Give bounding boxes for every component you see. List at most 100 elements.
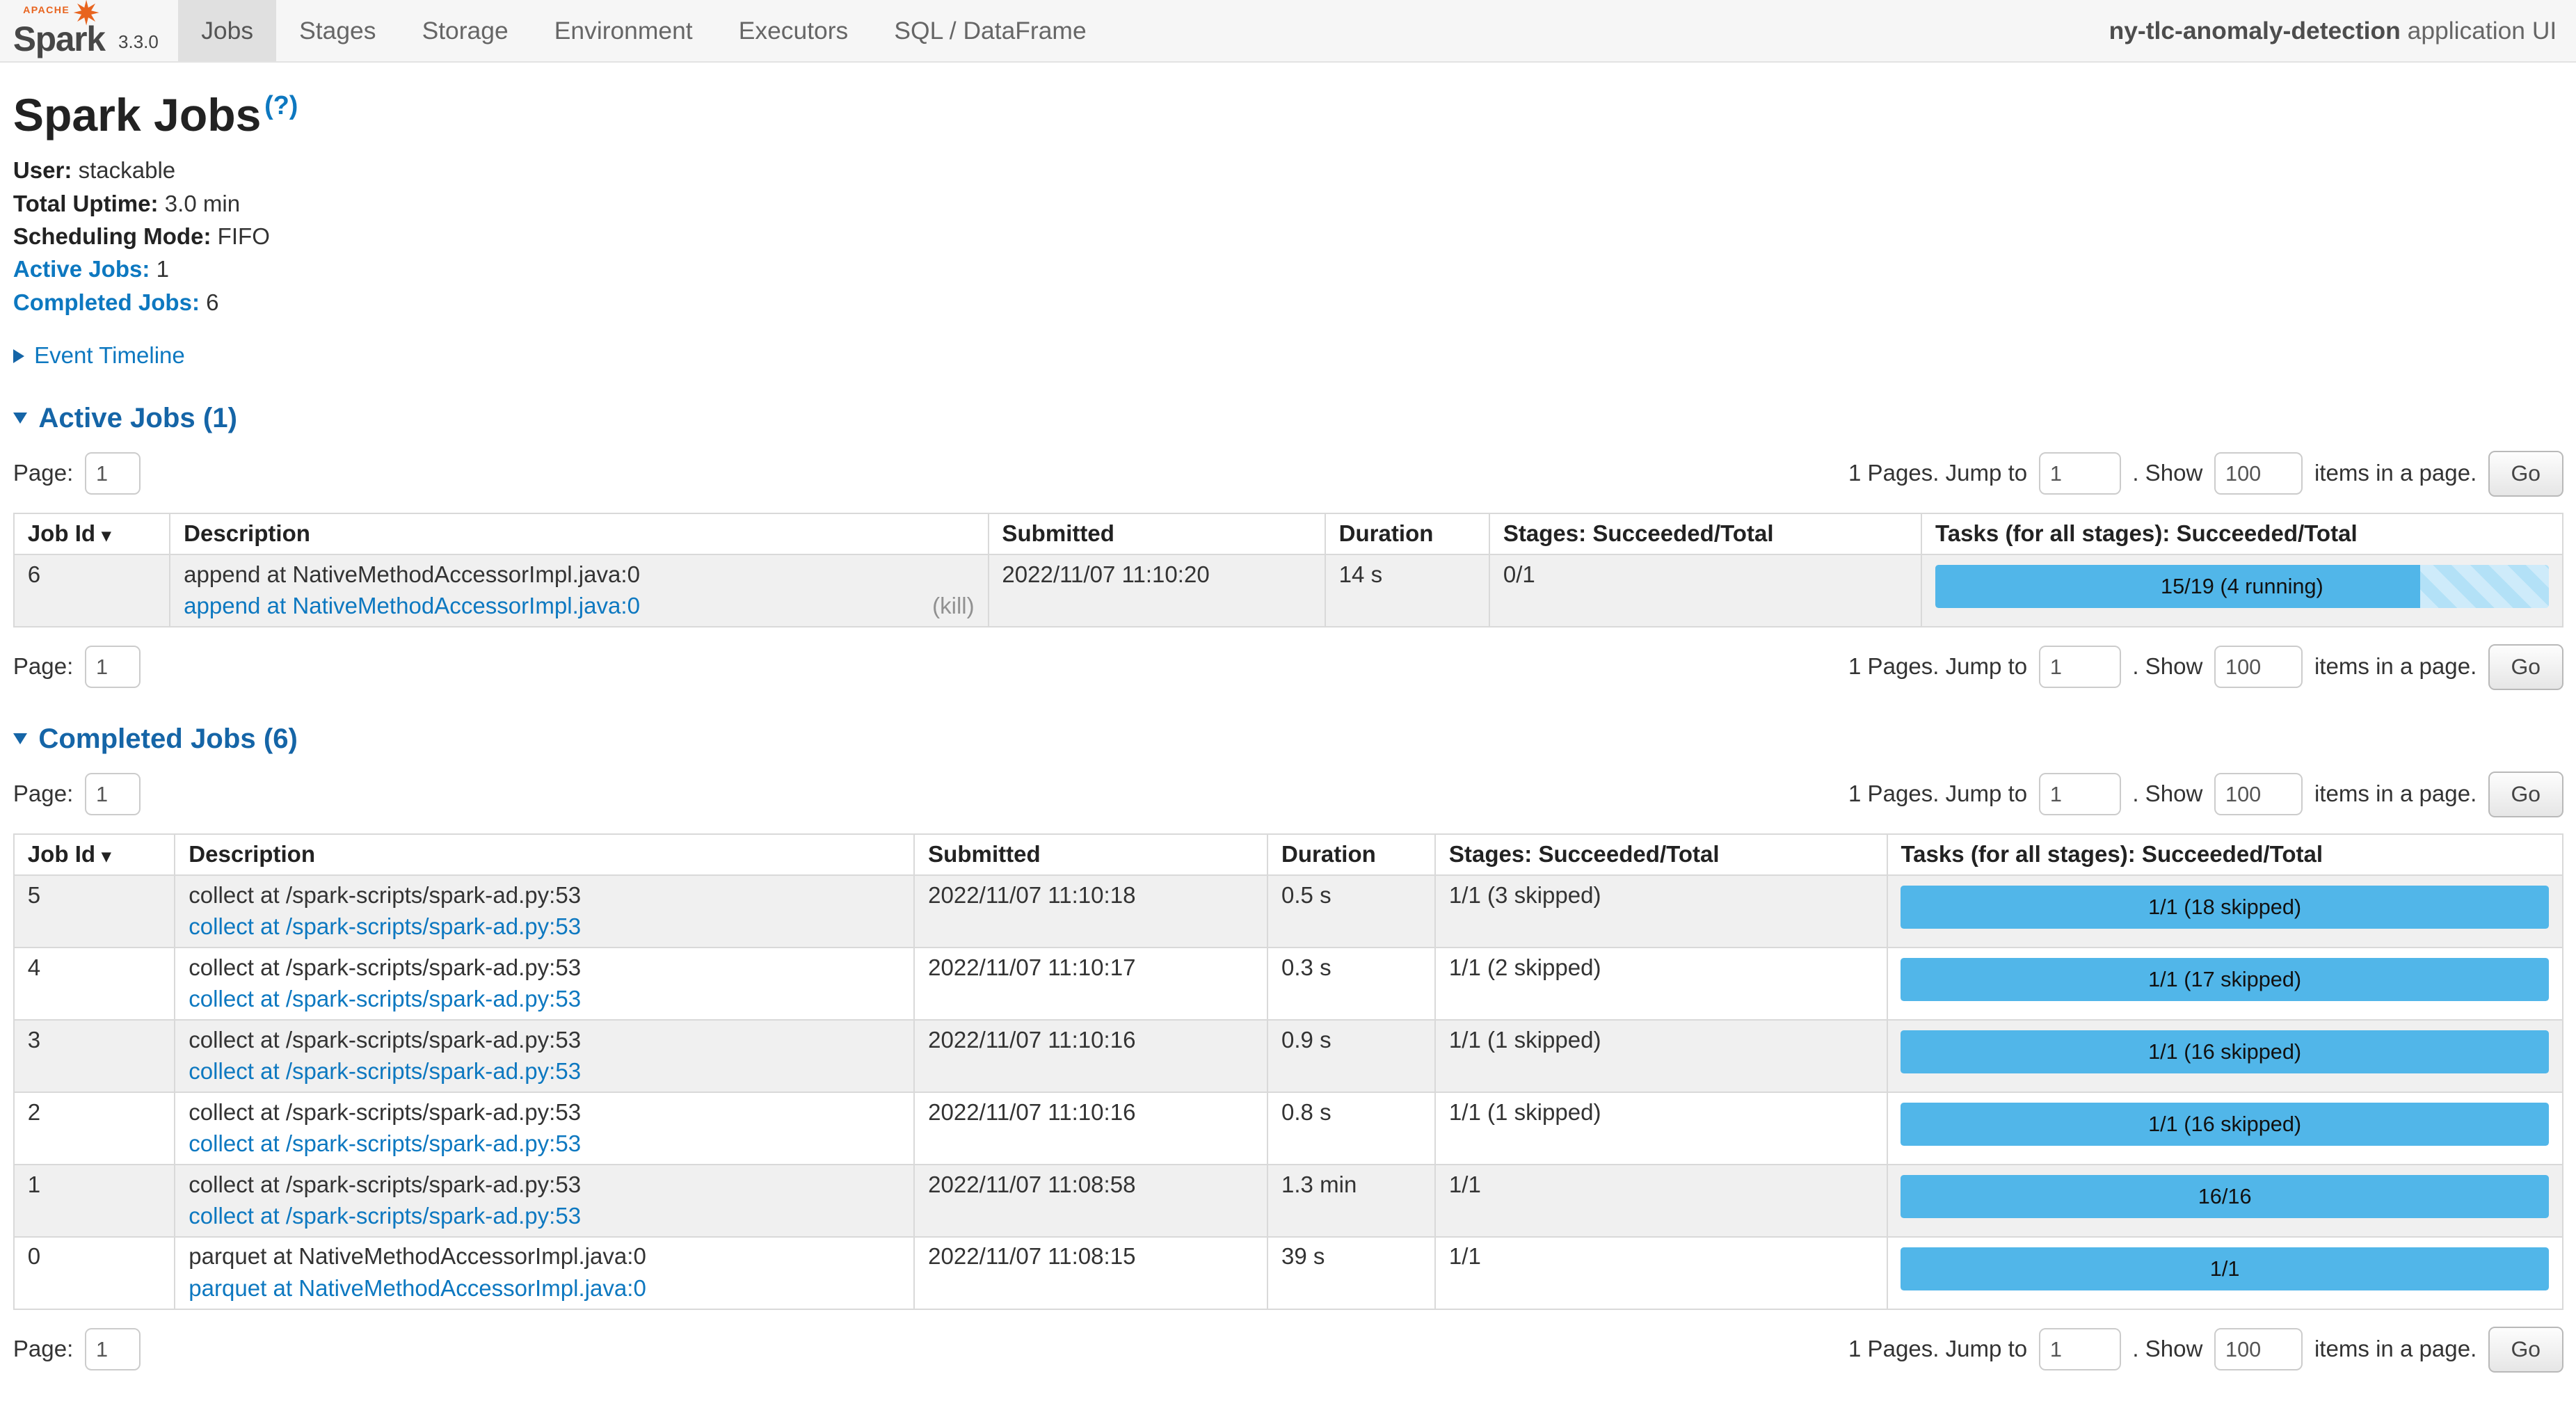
job-description-text: append at NativeMethodAccessorImpl.java:… — [184, 562, 974, 589]
pages-text: 1 Pages. Jump to — [1848, 654, 2027, 680]
cell-stages: 1/1 (3 skipped) — [1435, 875, 1887, 948]
table-row: 1 collect at /spark-scripts/spark-ad.py:… — [14, 1165, 2563, 1237]
cell-duration: 0.8 s — [1267, 1092, 1435, 1165]
cell-description: collect at /spark-scripts/spark-ad.py:53… — [175, 1092, 914, 1165]
cell-stages: 1/1 — [1435, 1165, 1887, 1237]
col-stages[interactable]: Stages: Succeeded/Total — [1489, 513, 1921, 554]
completed-jobs-link[interactable]: Completed Jobs: — [13, 290, 200, 316]
cell-duration: 1.3 min — [1267, 1165, 1435, 1237]
job-description-text: collect at /spark-scripts/spark-ad.py:53 — [189, 883, 900, 909]
page-title: Spark Jobs(?) — [13, 89, 2563, 142]
col-description[interactable]: Description — [175, 834, 914, 875]
summary-scheduling-value: FIFO — [218, 224, 270, 250]
summary-completed-value: 6 — [206, 290, 218, 316]
table-row: 4 collect at /spark-scripts/spark-ad.py:… — [14, 948, 2563, 1020]
cell-job-id: 1 — [14, 1165, 175, 1237]
col-submitted[interactable]: Submitted — [914, 834, 1267, 875]
expand-arrow-icon — [13, 349, 24, 363]
kill-link[interactable]: (kill) — [932, 593, 975, 620]
items-per-page-input[interactable] — [2214, 1328, 2303, 1370]
nav-tab-environment[interactable]: Environment — [531, 0, 716, 61]
cell-duration: 14 s — [1325, 554, 1489, 627]
completed-jobs-table: Job Id ▾ Description Submitted Duration … — [13, 833, 2563, 1310]
go-button[interactable]: Go — [2488, 451, 2563, 497]
job-description-text: collect at /spark-scripts/spark-ad.py:53 — [189, 955, 900, 982]
help-link[interactable]: (?) — [264, 91, 298, 120]
col-duration[interactable]: Duration — [1325, 513, 1489, 554]
cell-duration: 0.9 s — [1267, 1020, 1435, 1092]
go-button[interactable]: Go — [2488, 644, 2563, 690]
cell-stages: 0/1 — [1489, 554, 1921, 627]
event-timeline-label: Event Timeline — [34, 343, 185, 369]
table-row: 6 append at NativeMethodAccessorImpl.jav… — [14, 554, 2563, 627]
jump-to-input[interactable] — [2039, 773, 2121, 815]
job-detail-link[interactable]: collect at /spark-scripts/spark-ad.py:53 — [189, 914, 581, 941]
section-active-jobs[interactable]: Active Jobs (1) — [13, 402, 237, 434]
col-job-id[interactable]: Job Id ▾ — [14, 834, 175, 875]
page-title-text: Spark Jobs — [13, 90, 262, 141]
job-detail-link[interactable]: collect at /spark-scripts/spark-ad.py:53 — [189, 1204, 581, 1230]
cell-stages: 1/1 (2 skipped) — [1435, 948, 1887, 1020]
nav-tab-storage[interactable]: Storage — [399, 0, 531, 61]
items-text: items in a page. — [2314, 1336, 2477, 1363]
summary-uptime-label: Total Uptime: — [13, 191, 159, 217]
cell-description: collect at /spark-scripts/spark-ad.py:53… — [175, 1165, 914, 1237]
nav-tab-jobs[interactable]: Jobs — [178, 0, 276, 61]
application-name-text: ny-tlc-anomaly-detection — [2109, 17, 2401, 45]
summary-uptime: Total Uptime: 3.0 min — [13, 191, 2563, 218]
progress-label: 1/1 (17 skipped) — [1901, 958, 2548, 1000]
application-ui-suffix: application UI — [2408, 17, 2557, 45]
progress-label: 16/16 — [1901, 1175, 2548, 1217]
active-jobs-link[interactable]: Active Jobs: — [13, 257, 150, 282]
cell-job-id: 6 — [14, 554, 170, 627]
cell-tasks: 15/19 (4 running) — [1921, 554, 2563, 627]
go-button[interactable]: Go — [2488, 1327, 2563, 1373]
col-job-id[interactable]: Job Id ▾ — [14, 513, 170, 554]
nav-tab-sql-dataframe[interactable]: SQL / DataFrame — [871, 0, 1109, 61]
col-tasks[interactable]: Tasks (for all stages): Succeeded/Total — [1887, 834, 2563, 875]
nav-tab-executors[interactable]: Executors — [716, 0, 872, 61]
job-detail-link[interactable]: parquet at NativeMethodAccessorImpl.java… — [189, 1276, 646, 1302]
pages-text: 1 Pages. Jump to — [1848, 781, 2027, 808]
cell-submitted: 2022/11/07 11:08:58 — [914, 1165, 1267, 1237]
jump-to-input[interactable] — [2039, 646, 2121, 688]
jump-to-input[interactable] — [2039, 1328, 2121, 1370]
job-detail-link[interactable]: collect at /spark-scripts/spark-ad.py:53 — [189, 1131, 581, 1158]
cell-job-id: 0 — [14, 1237, 175, 1309]
progress-label: 1/1 (16 skipped) — [1901, 1103, 2548, 1145]
page-number-input[interactable] — [85, 1328, 141, 1370]
page-number-input[interactable] — [85, 773, 141, 815]
go-button[interactable]: Go — [2488, 772, 2563, 817]
page-number-input[interactable] — [85, 646, 141, 688]
section-completed-jobs-title: Completed Jobs (6) — [38, 723, 297, 755]
progress-label: 1/1 — [1901, 1247, 2548, 1290]
sort-desc-icon: ▾ — [102, 845, 111, 866]
job-detail-link[interactable]: collect at /spark-scripts/spark-ad.py:53 — [189, 986, 581, 1013]
collapse-arrow-icon — [13, 733, 27, 744]
jump-to-input[interactable] — [2039, 452, 2121, 495]
items-per-page-input[interactable] — [2214, 773, 2303, 815]
page-number-input[interactable] — [85, 452, 141, 495]
summary-completed-jobs: Completed Jobs: 6 — [13, 290, 2563, 317]
spark-logo[interactable]: APACHE Spark — [10, 0, 115, 61]
col-submitted[interactable]: Submitted — [989, 513, 1325, 554]
tasks-progress-bar: 1/1 — [1901, 1247, 2548, 1290]
show-text: . Show — [2132, 1336, 2202, 1363]
section-completed-jobs[interactable]: Completed Jobs (6) — [13, 723, 298, 755]
nav-tab-stages[interactable]: Stages — [276, 0, 399, 61]
job-detail-link[interactable]: collect at /spark-scripts/spark-ad.py:53 — [189, 1059, 581, 1085]
col-tasks[interactable]: Tasks (for all stages): Succeeded/Total — [1921, 513, 2563, 554]
items-per-page-input[interactable] — [2214, 452, 2303, 495]
show-text: . Show — [2132, 654, 2202, 680]
cell-description: collect at /spark-scripts/spark-ad.py:53… — [175, 1020, 914, 1092]
event-timeline-toggle[interactable]: Event Timeline — [13, 343, 185, 369]
summary-list: User: stackable Total Uptime: 3.0 min Sc… — [13, 158, 2563, 317]
progress-label: 15/19 (4 running) — [1935, 565, 2549, 607]
job-description-text: parquet at NativeMethodAccessorImpl.java… — [189, 1244, 900, 1270]
job-detail-link[interactable]: append at NativeMethodAccessorImpl.java:… — [184, 593, 640, 620]
items-per-page-input[interactable] — [2214, 646, 2303, 688]
progress-label: 1/1 (18 skipped) — [1901, 886, 2548, 928]
col-duration[interactable]: Duration — [1267, 834, 1435, 875]
col-stages[interactable]: Stages: Succeeded/Total — [1435, 834, 1887, 875]
col-description[interactable]: Description — [170, 513, 988, 554]
